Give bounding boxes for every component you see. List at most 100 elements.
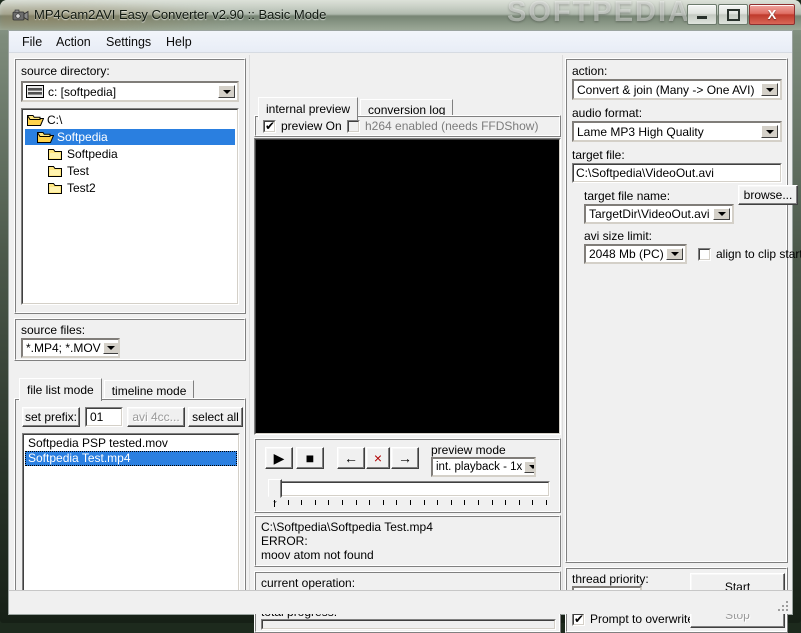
minimize-button[interactable] — [687, 4, 717, 25]
clear-marks-button[interactable]: × — [366, 447, 390, 469]
camera-icon — [11, 6, 29, 24]
menu-action[interactable]: Action — [51, 34, 96, 50]
stop-icon: ■ — [305, 450, 315, 466]
mark-in-button[interactable]: ← — [337, 447, 365, 469]
slider-tick — [342, 500, 343, 505]
play-button[interactable]: ▶ — [265, 447, 293, 469]
tab-internal-preview[interactable]: internal preview — [258, 97, 359, 120]
file-filter-value: *.MP4; *.MOV — [26, 341, 101, 355]
target-file-name-label: target file name: — [584, 189, 671, 203]
avi-size-limit-combo[interactable]: 2048 Mb (PC) — [584, 244, 687, 264]
log-line: C:\Softpedia\Softpedia Test.mp4 — [261, 520, 433, 534]
preview-on-checkbox[interactable]: preview On — [263, 119, 342, 133]
list-item[interactable]: Softpedia PSP tested.mov — [25, 436, 237, 451]
slider-tick — [355, 500, 357, 505]
set-prefix-button[interactable]: set prefix: — [22, 407, 80, 427]
main-body: source directory: c: [softpedia] C:\ Sof… — [9, 53, 801, 633]
chevron-down-icon[interactable] — [761, 83, 778, 96]
stop-button[interactable]: ■ — [296, 447, 324, 469]
directory-tree[interactable]: C:\ Softpedia Softpedia Test Test2 — [21, 108, 239, 305]
slider-tick — [518, 500, 520, 505]
folder-icon — [47, 164, 64, 178]
arrow-left-icon: ← — [344, 450, 358, 466]
select-all-button[interactable]: select all — [188, 407, 243, 427]
chevron-down-icon[interactable] — [713, 208, 730, 220]
avi-4cc-button[interactable]: avi 4cc... — [127, 407, 185, 427]
action-label: action: — [572, 64, 608, 78]
seek-slider[interactable] — [265, 479, 550, 507]
action-combo[interactable]: Convert & join (Many -> One AVI) — [572, 79, 782, 100]
folder-icon — [47, 181, 64, 195]
menu-file[interactable]: File — [17, 34, 47, 50]
avi-size-limit-label: avi size limit: — [584, 229, 653, 243]
menu-help[interactable]: Help — [161, 34, 197, 50]
drive-combo[interactable]: c: [softpedia] — [21, 81, 239, 102]
tree-item-label: Softpedia — [57, 130, 108, 144]
drive-icon — [26, 85, 44, 98]
play-icon: ▶ — [273, 449, 285, 466]
menu-settings[interactable]: Settings — [101, 34, 156, 50]
file-filter-combo[interactable]: *.MP4; *.MOV — [21, 338, 120, 358]
menu-bar: File Action Settings Help — [9, 31, 792, 53]
prompt-to-overwrite-checkbox[interactable]: Prompt to overwrite — [572, 612, 694, 626]
slider-tick — [491, 500, 493, 505]
video-canvas — [257, 141, 558, 432]
h264-enabled-checkbox[interactable]: h264 enabled (needs FFDShow) — [347, 119, 538, 133]
maximize-button[interactable] — [718, 4, 748, 25]
slider-tick — [274, 500, 275, 507]
slider-tick — [423, 500, 425, 505]
align-to-clip-start-checkbox[interactable]: align to clip start — [698, 247, 801, 261]
source-files-label: source files: — [21, 323, 86, 337]
source-directory-panel: source directory: c: [softpedia] C:\ Sof… — [14, 58, 246, 314]
tab-file-list-mode[interactable]: file list mode — [19, 378, 102, 401]
chevron-down-icon[interactable] — [218, 85, 235, 98]
transport-panel: ▶ ■ ← × → preview mode int. playback - 1… — [254, 438, 561, 513]
checkbox-icon — [263, 119, 276, 133]
video-preview-surface[interactable] — [254, 138, 561, 435]
prefix-value: 01 — [90, 410, 104, 424]
preview-mode-combo[interactable]: int. playback - 1x — [431, 457, 536, 477]
tree-item-label: Test2 — [67, 181, 96, 195]
seek-track[interactable] — [275, 481, 550, 497]
source-file-list[interactable]: Softpedia PSP tested.mov Softpedia Test.m… — [22, 433, 240, 601]
align-to-clip-start-label: align to clip start — [716, 247, 801, 261]
folder-open-icon — [36, 130, 55, 144]
slider-tick — [478, 500, 479, 505]
tree-item-label: Test — [67, 164, 90, 178]
list-item[interactable]: Softpedia Test.mp4 — [25, 451, 237, 466]
checkbox-icon — [698, 247, 711, 261]
chevron-down-icon[interactable] — [102, 342, 118, 354]
slider-tick — [505, 500, 507, 505]
slider-tick — [301, 500, 303, 505]
target-file-name-combo[interactable]: TargetDir\VideoOut.avi — [584, 204, 734, 224]
chevron-down-icon[interactable] — [761, 125, 778, 138]
tree-item[interactable]: Test — [25, 163, 235, 179]
log-line: ERROR: — [261, 534, 308, 548]
chevron-down-icon[interactable] — [524, 461, 534, 473]
slider-tick — [464, 500, 466, 505]
chevron-down-icon[interactable] — [666, 248, 683, 260]
h264-enabled-label: h264 enabled (needs FFDShow) — [365, 119, 539, 133]
tree-item[interactable]: Softpedia — [25, 129, 235, 145]
action-value: Convert & join (Many -> One AVI) — [577, 82, 755, 97]
prefix-input[interactable]: 01 — [85, 407, 123, 427]
tree-item[interactable]: Softpedia — [25, 146, 235, 162]
browse-button[interactable]: browse... — [738, 185, 798, 205]
target-file-name-value: TargetDir\VideoOut.avi — [589, 207, 710, 221]
resize-grip-icon[interactable] — [776, 599, 790, 613]
mark-out-button[interactable]: → — [391, 447, 419, 469]
left-splitter[interactable] — [249, 55, 253, 612]
total-progress-progressbar — [261, 619, 556, 630]
audio-format-label: audio format: — [572, 106, 643, 120]
target-file-input[interactable]: C:\Softpedia\VideoOut.avi — [572, 163, 782, 183]
tree-item-label: C:\ — [47, 113, 63, 127]
close-button[interactable]: X — [749, 4, 795, 25]
window-buttons: X — [687, 4, 795, 25]
file-list-panel: set prefix: 01 avi 4cc... select all Sof… — [14, 398, 246, 609]
x-icon: × — [373, 450, 383, 466]
tree-item[interactable]: C:\ — [25, 112, 235, 128]
tree-item[interactable]: Test2 — [25, 180, 235, 196]
arrow-right-icon: → — [398, 450, 412, 466]
audio-format-combo[interactable]: Lame MP3 High Quality — [572, 121, 782, 142]
title-bar[interactable]: SOFTPEDIA MP4Cam2AVI Easy Converter v2.9… — [0, 0, 801, 30]
